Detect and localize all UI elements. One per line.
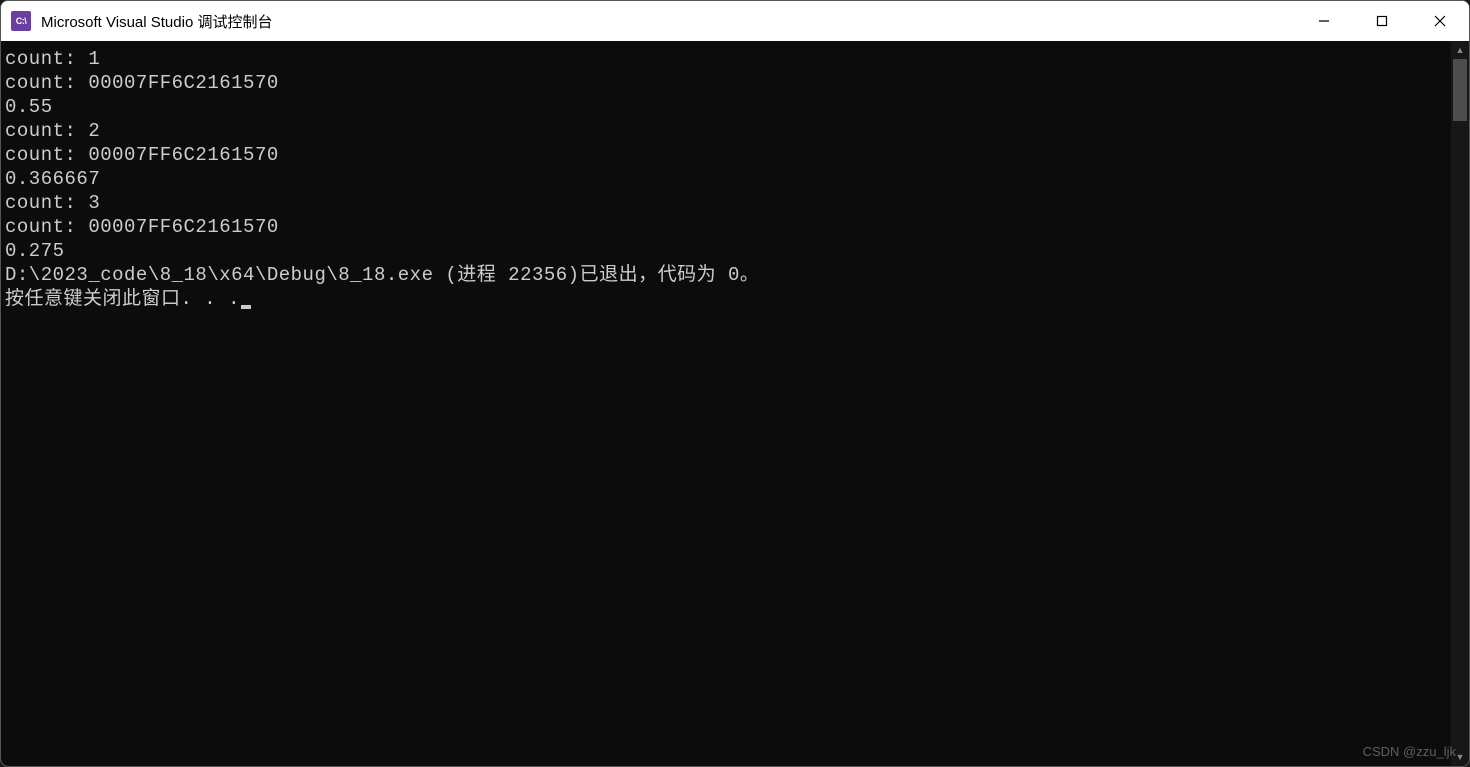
titlebar[interactable]: C:\ Microsoft Visual Studio 调试控制台 (1, 1, 1469, 41)
console-line: count: 00007FF6C2161570 (5, 71, 1447, 95)
window-title: Microsoft Visual Studio 调试控制台 (41, 11, 1295, 32)
maximize-icon (1376, 15, 1388, 27)
minimize-button[interactable] (1295, 1, 1353, 41)
console-line: count: 1 (5, 47, 1447, 71)
vertical-scrollbar[interactable]: ▲ ▼ (1451, 41, 1469, 766)
console-line: count: 00007FF6C2161570 (5, 143, 1447, 167)
console-line: 0.55 (5, 95, 1447, 119)
console-output[interactable]: count: 1count: 00007FF6C21615700.55count… (1, 41, 1451, 766)
close-button[interactable] (1411, 1, 1469, 41)
scrollbar-up-arrow-icon[interactable]: ▲ (1451, 41, 1469, 59)
scrollbar-down-arrow-icon[interactable]: ▼ (1451, 748, 1469, 766)
cursor-icon (241, 305, 251, 309)
console-area: count: 1count: 00007FF6C21615700.55count… (1, 41, 1469, 766)
app-window: C:\ Microsoft Visual Studio 调试控制台 count:… (0, 0, 1470, 767)
scrollbar-thumb[interactable] (1453, 59, 1467, 121)
minimize-icon (1318, 15, 1330, 27)
window-controls (1295, 1, 1469, 41)
maximize-button[interactable] (1353, 1, 1411, 41)
console-line: count: 00007FF6C2161570 (5, 215, 1447, 239)
console-line: 0.366667 (5, 167, 1447, 191)
app-icon-label: C:\ (16, 16, 27, 26)
console-line: D:\2023_code\8_18\x64\Debug\8_18.exe (进程… (5, 263, 1447, 287)
app-icon: C:\ (11, 11, 31, 31)
console-line: 按任意键关闭此窗口. . . (5, 287, 1447, 311)
console-line: count: 3 (5, 191, 1447, 215)
close-icon (1434, 15, 1446, 27)
console-line: count: 2 (5, 119, 1447, 143)
console-line: 0.275 (5, 239, 1447, 263)
